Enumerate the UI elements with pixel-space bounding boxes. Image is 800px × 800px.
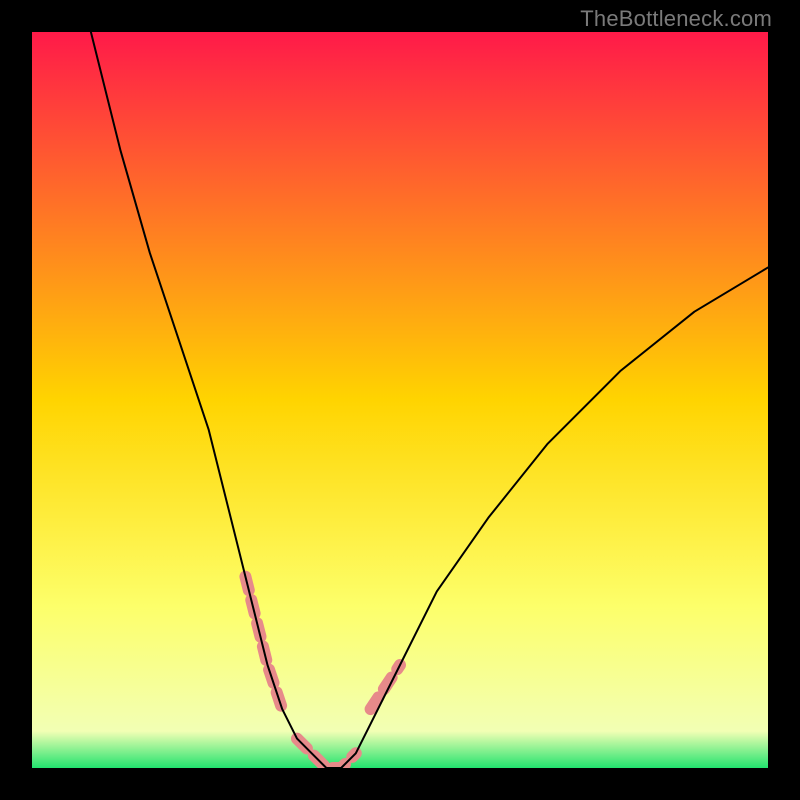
chart-frame — [0, 0, 800, 800]
gradient-background — [32, 32, 768, 768]
bottleneck-chart — [32, 32, 768, 768]
watermark-text: TheBottleneck.com — [580, 6, 772, 32]
